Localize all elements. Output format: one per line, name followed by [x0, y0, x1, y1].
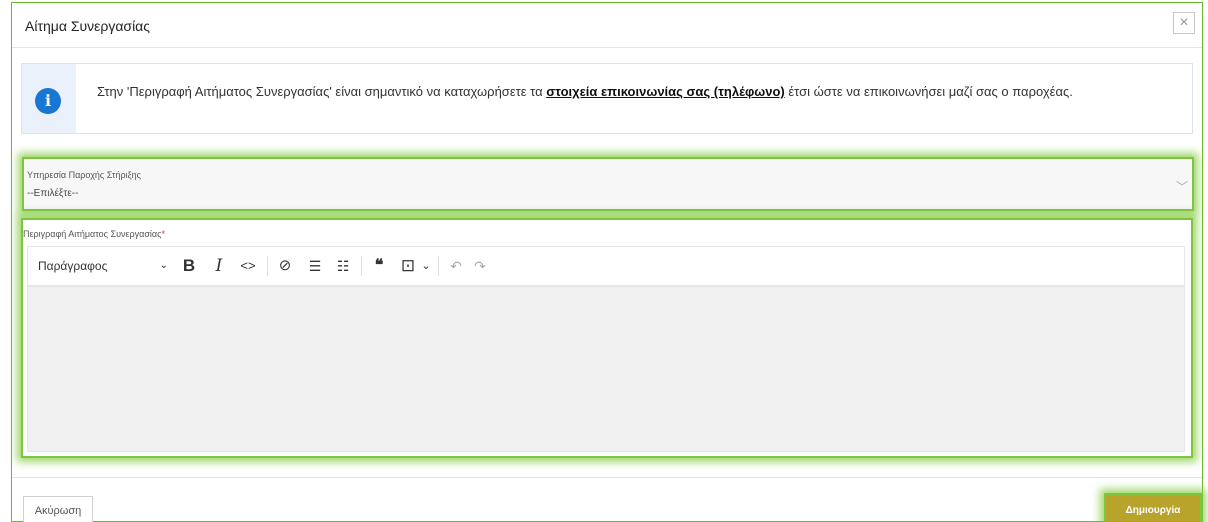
italic-button[interactable]: I [208, 247, 230, 285]
footer-divider [12, 477, 1202, 478]
redo-button[interactable]: ↷ [470, 247, 490, 285]
cooperation-request-modal: Αίτημα Συνεργασίας × i Στην 'Περιγραφή Α… [11, 2, 1203, 522]
info-text-emphasis: στοιχεία επικοινωνίας σας (τηλέφωνο) [546, 84, 785, 99]
chevron-down-icon: ⌄ [159, 260, 168, 271]
link-button[interactable]: ⊘ [274, 247, 296, 285]
info-text-before: Στην 'Περιγραφή Αιτήματος Συνεργασίας' ε… [97, 84, 547, 99]
paragraph-format-label: Παράγραφος [38, 259, 108, 273]
toolbar-divider [267, 256, 268, 276]
code-button[interactable]: <> [236, 247, 260, 285]
bold-button[interactable]: B [178, 247, 200, 285]
toolbar-divider [438, 256, 439, 276]
toolbar-divider [361, 256, 362, 276]
chevron-down-icon[interactable]: ⌄ [420, 247, 432, 285]
blockquote-button[interactable]: ❝ [368, 247, 390, 285]
support-service-value: --Επιλέξτε-- [27, 188, 79, 199]
modal-title: Αίτημα Συνεργασίας [25, 18, 151, 34]
info-icon: i [35, 88, 61, 114]
info-message: Στην 'Περιγραφή Αιτήματος Συνεργασίας' ε… [97, 83, 1177, 101]
support-service-select[interactable]: Υπηρεσία Παροχής Στήριξης --Επιλέξτε-- ﹀ [22, 157, 1194, 211]
create-button[interactable]: Δημιουργία [1104, 493, 1202, 522]
info-alert: i Στην 'Περιγραφή Αιτήματος Συνεργασίας'… [21, 63, 1193, 134]
required-asterisk: * [161, 229, 165, 239]
request-description-editor: Περιγραφή Αιτήματος Συνεργασίας* Παράγρα… [21, 218, 1193, 458]
bulleted-list-button[interactable]: ☰ [304, 247, 326, 285]
insert-media-button[interactable]: ⊡ [397, 247, 419, 285]
undo-button[interactable]: ↶ [446, 247, 466, 285]
request-description-label: Περιγραφή Αιτήματος Συνεργασίας* [23, 229, 165, 239]
paragraph-format-dropdown[interactable]: Παράγραφος ⌄ [38, 247, 168, 285]
support-service-label: Υπηρεσία Παροχής Στήριξης [27, 170, 141, 180]
cancel-button[interactable]: Ακύρωση [23, 496, 93, 522]
modal-header: Αίτημα Συνεργασίας × [12, 3, 1202, 48]
editor-toolbar: Παράγραφος ⌄ B I <> ⊘ ☰ ☷ ❝ ⊡ ⌄ ↶ ↷ [27, 246, 1185, 286]
editor-content-area[interactable] [27, 286, 1185, 452]
info-icon-panel: i [22, 64, 76, 133]
numbered-list-button[interactable]: ☷ [332, 247, 354, 285]
close-icon[interactable]: × [1173, 12, 1195, 34]
info-text-after: έτσι ώστε να επικοινωνήσει μαζί σας ο πα… [784, 84, 1073, 99]
chevron-down-icon: ﹀ [1175, 180, 1188, 194]
